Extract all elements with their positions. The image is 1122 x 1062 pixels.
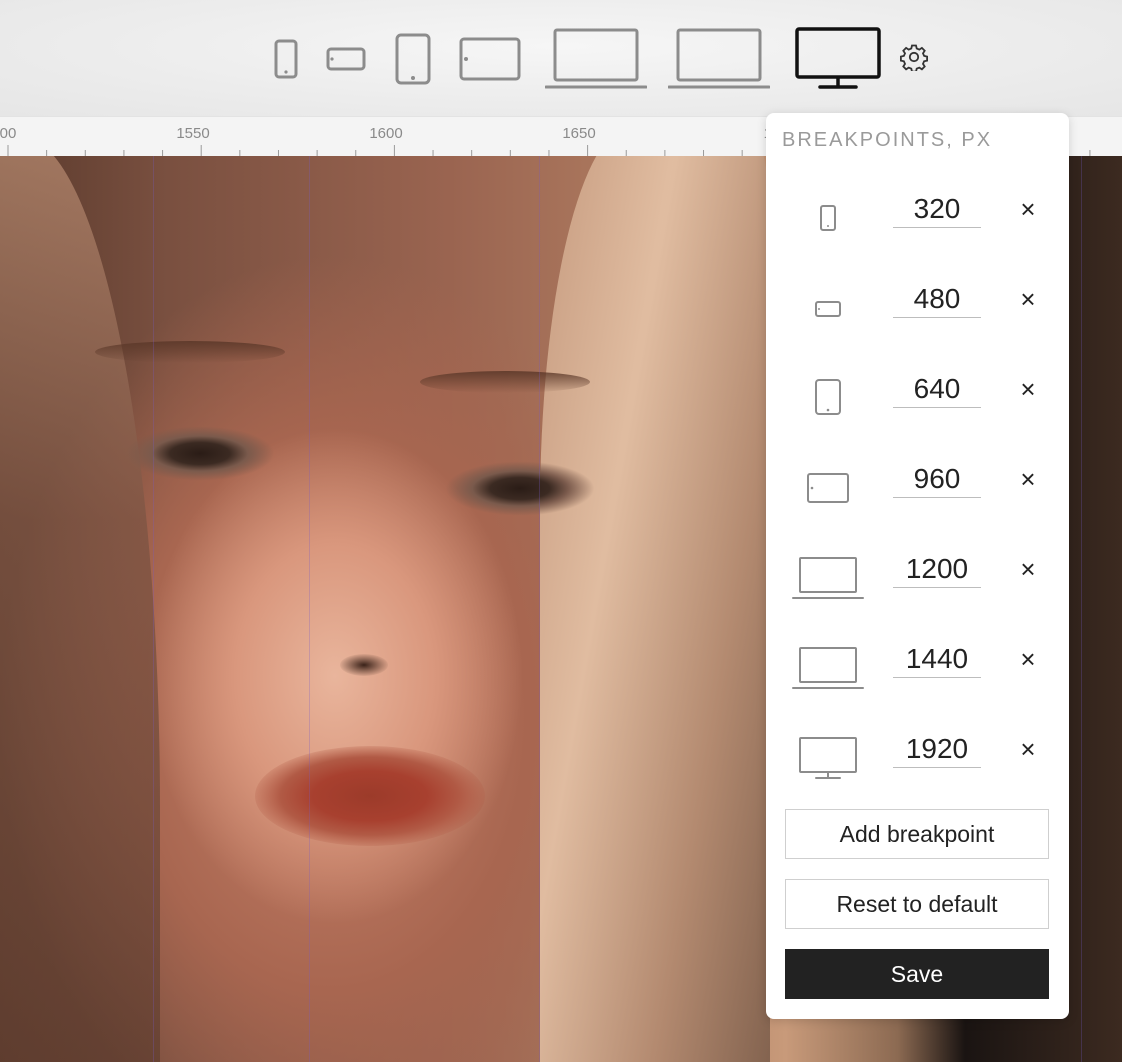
ruler-label: 1650 — [562, 125, 596, 142]
breakpoints-popup: BREAKPOINTS, PX × × × × × — [766, 113, 1069, 1019]
desktop-monitor-icon — [792, 731, 864, 791]
breakpoint-row: × — [766, 461, 1069, 551]
breakpoint-row: × — [766, 641, 1069, 731]
photo-hair-left — [0, 156, 160, 1062]
breakpoint-value-input[interactable] — [893, 641, 981, 678]
photo-brow-left — [95, 341, 285, 363]
grid-guide-line — [309, 156, 310, 1062]
breakpoint-value-input[interactable] — [893, 551, 981, 588]
ruler-label: 1600 — [369, 125, 403, 142]
popup-title: BREAKPOINTS, PX — [782, 129, 993, 151]
photo-nostril — [340, 654, 388, 676]
remove-breakpoint-button[interactable]: × — [1014, 645, 1042, 673]
tablet-landscape-icon[interactable] — [459, 37, 521, 81]
ruler-label: 00 — [0, 125, 17, 142]
breakpoint-row: × — [766, 371, 1069, 461]
breakpoint-value-input[interactable] — [893, 371, 981, 408]
phone-landscape-icon — [792, 281, 864, 341]
add-breakpoint-button[interactable]: Add breakpoint — [785, 809, 1049, 859]
breakpoint-row: × — [766, 731, 1069, 821]
photo-lips — [255, 746, 485, 846]
desktop-monitor-icon[interactable] — [795, 27, 881, 91]
phone-portrait-icon[interactable] — [274, 39, 298, 79]
remove-breakpoint-button[interactable]: × — [1014, 465, 1042, 493]
ruler-label: 1550 — [176, 125, 210, 142]
remove-breakpoint-button[interactable]: × — [1014, 735, 1042, 763]
photo-hair-right — [540, 156, 770, 1062]
photo-eye-left — [125, 426, 275, 481]
save-button[interactable]: Save — [785, 949, 1049, 999]
tablet-portrait-icon[interactable] — [395, 33, 431, 85]
phone-portrait-icon — [792, 191, 864, 251]
photo-brow-right — [420, 371, 590, 393]
breakpoint-value-input[interactable] — [893, 281, 981, 318]
laptop-large-icon[interactable] — [668, 28, 770, 90]
laptop-small-icon — [792, 551, 864, 611]
laptop-large-icon — [792, 641, 864, 701]
remove-breakpoint-button[interactable]: × — [1014, 195, 1042, 223]
reset-to-default-button[interactable]: Reset to default — [785, 879, 1049, 929]
photo-eye-right — [445, 461, 595, 516]
breakpoint-value-input[interactable] — [893, 191, 981, 228]
laptop-small-icon[interactable] — [545, 28, 647, 90]
breakpoint-row: × — [766, 551, 1069, 641]
remove-breakpoint-button[interactable]: × — [1014, 375, 1042, 403]
breakpoint-row: × — [766, 281, 1069, 371]
breakpoint-value-input[interactable] — [893, 461, 981, 498]
device-toolbar — [0, 0, 1122, 116]
grid-guide-line — [153, 156, 154, 1062]
gear-icon[interactable] — [900, 43, 928, 71]
remove-breakpoint-button[interactable]: × — [1014, 555, 1042, 583]
grid-guide-line — [1081, 156, 1082, 1062]
phone-landscape-icon[interactable] — [326, 47, 366, 71]
grid-guide-line — [539, 156, 540, 1062]
breakpoint-row: × — [766, 191, 1069, 281]
tablet-landscape-icon — [792, 461, 864, 521]
tablet-portrait-icon — [792, 371, 864, 431]
breakpoint-value-input[interactable] — [893, 731, 981, 768]
remove-breakpoint-button[interactable]: × — [1014, 285, 1042, 313]
